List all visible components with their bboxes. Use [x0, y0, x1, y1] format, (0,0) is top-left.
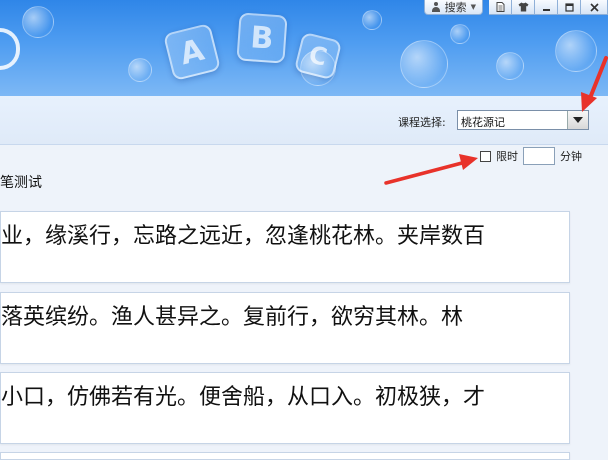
minutes-input[interactable] [523, 147, 555, 165]
course-select[interactable]: 桃花源记 [457, 110, 589, 130]
window-toolbar: 搜索 ▼ [423, 0, 608, 15]
shirt-icon [518, 2, 528, 12]
course-selected-value: 桃花源记 [461, 116, 505, 129]
minimize-icon [542, 8, 550, 11]
arrow-head [459, 154, 478, 170]
chevron-down-icon[interactable] [567, 111, 588, 129]
bubble-decoration [128, 58, 152, 82]
course-select-label: 课程选择: [398, 116, 446, 129]
file-button[interactable] [489, 0, 512, 15]
close-button[interactable] [581, 0, 608, 15]
passage-text: 小口，仿佛若有光。便舍船，从口入。初极狭，才 [1, 385, 486, 410]
passage-panel[interactable]: 小口，仿佛若有光。便舍船，从口入。初极狭，才 [0, 372, 570, 444]
close-icon [589, 2, 599, 12]
maximize-button[interactable] [558, 0, 581, 15]
time-limit-label: 限时 [496, 150, 518, 163]
bubble-decoration [555, 30, 597, 72]
bubble-decoration [22, 6, 54, 38]
passage-panel[interactable]: 业，缘溪行，忘路之远近，忽逢桃花林。夹岸数百 [0, 211, 570, 283]
bubble-decoration [450, 24, 470, 44]
letter-block-b: B [236, 12, 288, 64]
bubble-decoration [400, 40, 448, 88]
bubble-decoration [362, 10, 382, 30]
passage-panel[interactable]: 落英缤纷。渔人甚异之。复前行，欲穷其林。林 [0, 292, 570, 364]
chevron-down-icon: ▼ [470, 3, 476, 11]
passage-text: 业，缘溪行，忘路之远近，忽逢桃花林。夹岸数百 [1, 224, 486, 249]
skin-button[interactable] [512, 0, 535, 15]
minimize-button[interactable] [535, 0, 558, 15]
search-label: 搜索 [444, 1, 467, 14]
file-icon [496, 2, 504, 12]
time-limit-group: 限时 分钟 [480, 147, 582, 165]
maximize-icon [564, 2, 574, 12]
time-limit-checkbox[interactable] [480, 150, 491, 162]
logo-fragment [0, 28, 20, 70]
passage-panel[interactable] [0, 452, 570, 460]
search-button[interactable]: 搜索 ▼ [423, 0, 483, 15]
annotation-arrow [384, 154, 478, 185]
letter-block-a: A [162, 22, 222, 82]
bubble-decoration [496, 52, 524, 80]
mode-title: 笔测试 [0, 175, 42, 191]
user-icon [431, 2, 441, 12]
passage-text: 落英缤纷。渔人甚异之。复前行，欲穷其林。林 [1, 305, 464, 330]
arrow-shaft [384, 161, 464, 185]
minutes-unit-label: 分钟 [560, 150, 582, 163]
